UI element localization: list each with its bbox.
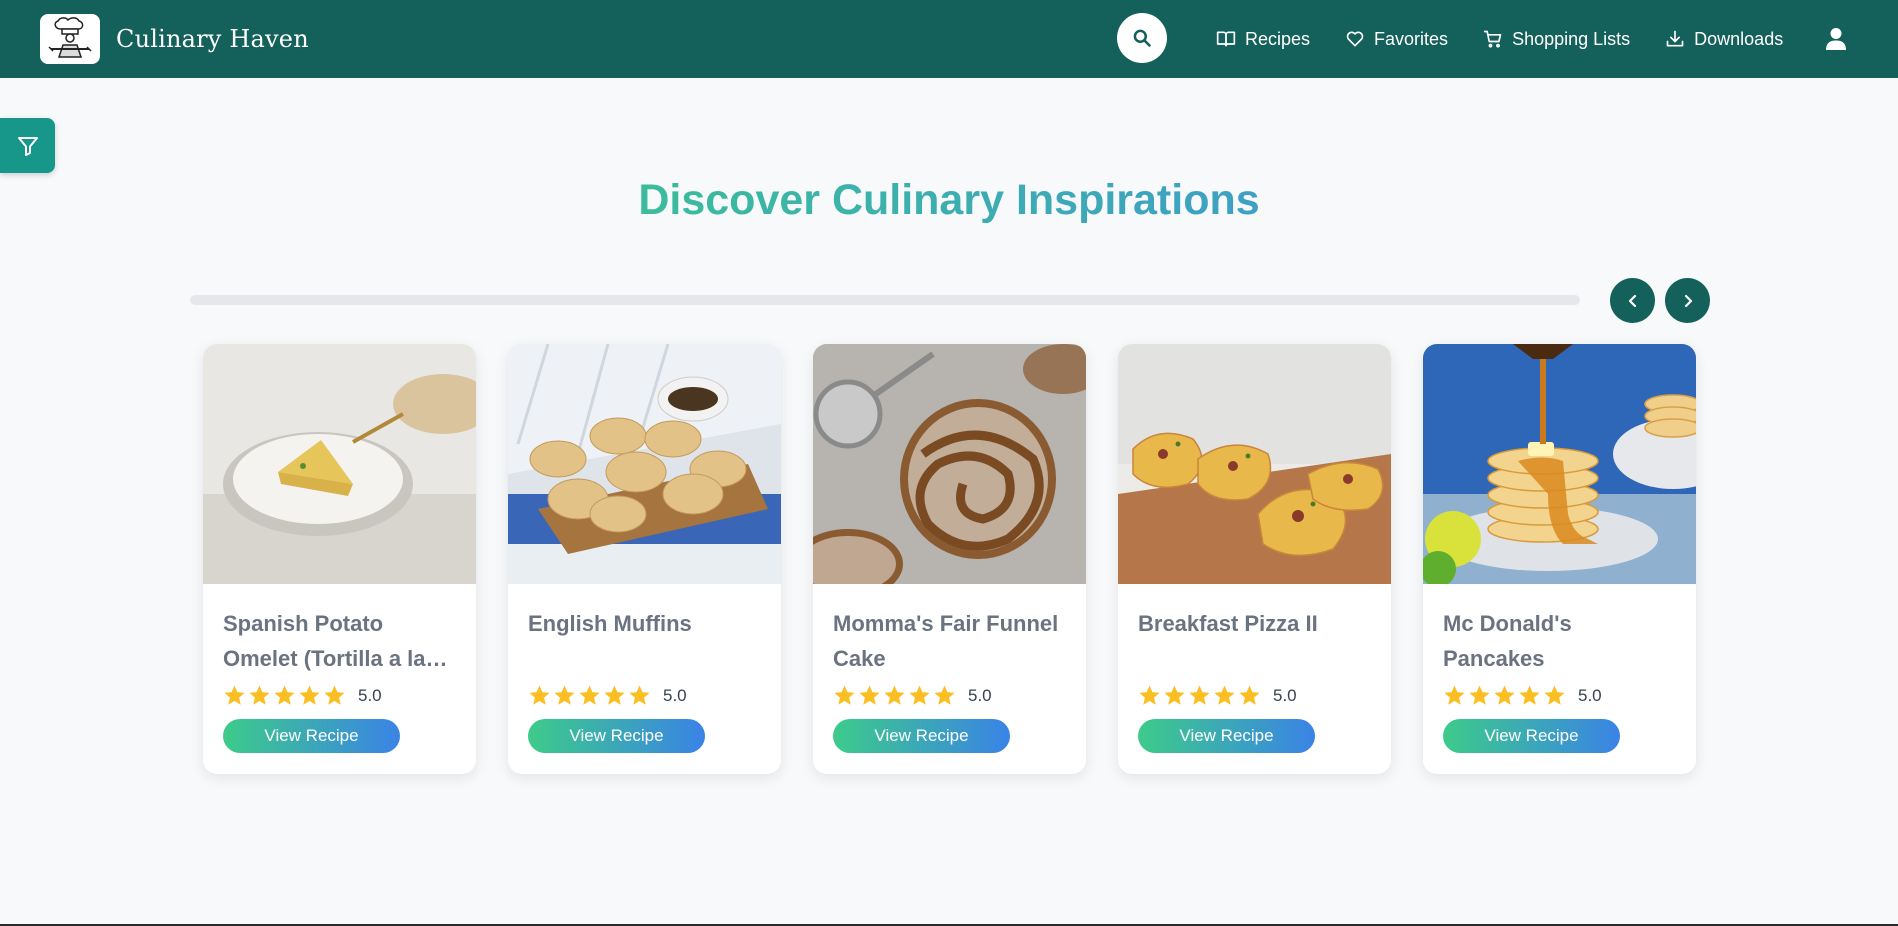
rating-value: 5.0: [1273, 685, 1297, 705]
heart-icon: [1346, 31, 1364, 47]
star-icon: [1544, 685, 1565, 705]
carousel-prev-button[interactable]: [1610, 278, 1655, 323]
page-title: Discover Culinary Inspirations: [0, 176, 1898, 225]
carousel-scrollbar[interactable]: [190, 295, 1580, 305]
star-icon: [1214, 685, 1235, 705]
search-icon: [1133, 29, 1151, 47]
star-icon: [249, 685, 270, 705]
star-rating: [1138, 684, 1263, 707]
recipe-card[interactable]: Spanish Potato Omelet (Tortilla a la Esp…: [203, 344, 476, 774]
recipe-title[interactable]: English Muffins: [528, 606, 764, 641]
recipe-rating: 5.0: [1138, 684, 1297, 707]
star-icon: [224, 685, 245, 705]
star-icon: [629, 685, 650, 705]
filter-icon: [17, 136, 38, 156]
recipe-image[interactable]: [1118, 344, 1391, 584]
recipe-image[interactable]: [813, 344, 1086, 584]
star-icon: [1494, 685, 1515, 705]
star-icon: [859, 685, 880, 705]
view-recipe-button[interactable]: View Recipe: [528, 719, 705, 753]
recipe-rating: 5.0: [528, 684, 687, 707]
recipe-image[interactable]: [1423, 344, 1696, 584]
star-rating: [833, 684, 958, 707]
star-rating: [1443, 684, 1568, 707]
star-icon: [299, 685, 320, 705]
star-icon: [1519, 685, 1540, 705]
star-icon: [554, 685, 575, 705]
nav-link-shopping-lists[interactable]: Shopping Lists: [1483, 29, 1630, 50]
recipe-card[interactable]: Breakfast Pizza II 5.0 View Recipe: [1118, 344, 1391, 774]
view-recipe-button[interactable]: View Recipe: [223, 719, 400, 753]
cart-icon: [1483, 30, 1502, 48]
nav-link-label: Shopping Lists: [1512, 28, 1631, 49]
chevron-left-icon: [1628, 294, 1636, 307]
rating-value: 5.0: [663, 685, 687, 705]
star-icon: [1189, 685, 1210, 705]
view-recipe-button[interactable]: View Recipe: [833, 719, 1010, 753]
recipe-rating: 5.0: [1443, 684, 1602, 707]
star-icon: [1469, 685, 1490, 705]
carousel-next-button[interactable]: [1665, 278, 1710, 323]
rating-value: 5.0: [968, 685, 992, 705]
star-icon: [529, 685, 550, 705]
star-icon: [274, 685, 295, 705]
rating-value: 5.0: [358, 685, 382, 705]
nav-link-recipes[interactable]: Recipes: [1216, 29, 1310, 50]
star-icon: [1444, 685, 1465, 705]
user-menu-button[interactable]: [1825, 27, 1847, 56]
search-button[interactable]: [1117, 13, 1167, 63]
star-icon: [934, 685, 955, 705]
star-icon: [1239, 685, 1260, 705]
chevron-right-icon: [1684, 294, 1692, 307]
recipe-title[interactable]: Mc Donald's Pancakes: [1443, 606, 1679, 676]
nav-links: Recipes Favorites Shopping Lists Downloa…: [1216, 0, 1818, 78]
nav-link-label: Recipes: [1245, 28, 1311, 49]
recipe-title[interactable]: Breakfast Pizza II: [1138, 606, 1374, 641]
recipe-card[interactable]: Momma's Fair Funnel Cake 5.0 View Recipe: [813, 344, 1086, 774]
nav-link-label: Downloads: [1694, 28, 1784, 49]
user-icon: [1826, 28, 1846, 50]
recipe-rating: 5.0: [223, 684, 382, 707]
nav-link-label: Favorites: [1374, 28, 1449, 49]
star-icon: [324, 685, 345, 705]
nav-link-downloads[interactable]: Downloads: [1665, 29, 1783, 50]
recipe-title[interactable]: Momma's Fair Funnel Cake: [833, 606, 1069, 676]
brand-name: Culinary Haven: [116, 25, 309, 53]
nav-link-favorites[interactable]: Favorites: [1345, 29, 1448, 50]
star-icon: [579, 685, 600, 705]
star-icon: [909, 685, 930, 705]
recipe-image[interactable]: [203, 344, 476, 584]
star-icon: [604, 685, 625, 705]
star-icon: [884, 685, 905, 705]
star-rating: [528, 684, 653, 707]
page-title-text: Discover Culinary Inspirations: [638, 176, 1260, 224]
recipe-image[interactable]: [508, 344, 781, 584]
book-icon: [1216, 31, 1236, 47]
recipe-card[interactable]: English Muffins 5.0 View Recipe: [508, 344, 781, 774]
star-icon: [1139, 685, 1160, 705]
star-icon: [1164, 685, 1185, 705]
star-rating: [223, 684, 348, 707]
chef-logo: [40, 14, 100, 64]
recipe-rating: 5.0: [833, 684, 992, 707]
download-icon: [1666, 30, 1684, 47]
recipe-title[interactable]: Spanish Potato Omelet (Tortilla a la Esp…: [223, 606, 459, 676]
rating-value: 5.0: [1578, 685, 1602, 705]
filter-toggle-button[interactable]: [0, 118, 55, 173]
star-icon: [834, 685, 855, 705]
top-navbar: Culinary Haven Recipes Favorites Shoppin…: [0, 0, 1898, 78]
recipe-card[interactable]: Mc Donald's Pancakes 5.0 View Recipe: [1423, 344, 1696, 774]
view-recipe-button[interactable]: View Recipe: [1443, 719, 1620, 753]
view-recipe-button[interactable]: View Recipe: [1138, 719, 1315, 753]
brand[interactable]: Culinary Haven: [40, 14, 309, 64]
